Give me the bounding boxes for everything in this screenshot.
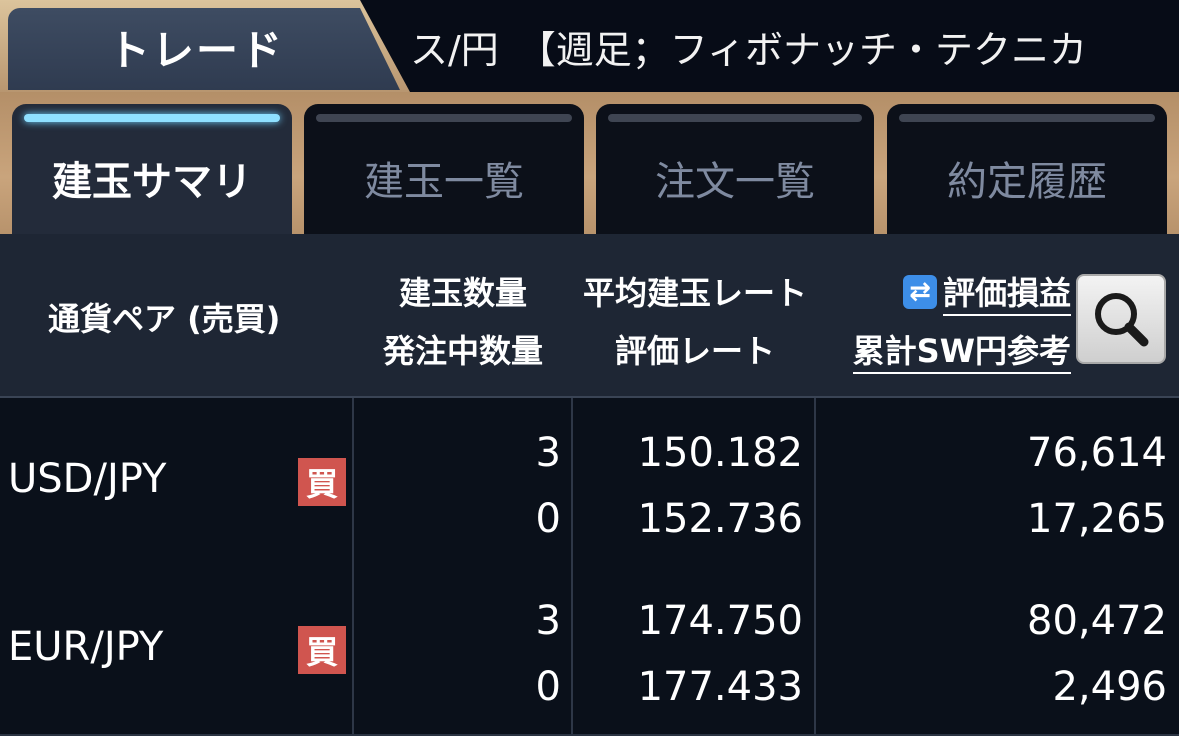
tab-bar: 建玉サマリ 建玉一覧 注文一覧 約定履歴 xyxy=(0,92,1179,234)
column-divider xyxy=(352,398,354,566)
magnifier-icon xyxy=(1095,293,1149,347)
eval-rate-label: 評価レート xyxy=(614,332,775,370)
tab-position-summary[interactable]: 建玉サマリ xyxy=(12,104,292,234)
eval-pl: 80,472 xyxy=(1027,598,1167,644)
eval-rate: 152.736 xyxy=(637,496,803,542)
trade-tab-label[interactable]: トレード xyxy=(0,8,392,86)
avg-rate: 174.750 xyxy=(637,598,803,644)
tab-indicator xyxy=(608,114,862,122)
pair-name: EUR/JPY xyxy=(8,624,164,670)
table-header: 通貨ペア (売買) 建玉数量 発注中数量 平均建玉レート 評価レート ⇄ 評価損益… xyxy=(0,234,1179,398)
qty-label: 建玉数量 xyxy=(398,274,527,312)
buy-badge: 買 xyxy=(298,626,346,674)
pair-name: USD/JPY xyxy=(8,456,167,502)
tab-label: 建玉サマリ xyxy=(52,159,252,205)
eval-pl: 76,614 xyxy=(1027,430,1167,476)
news-ticker[interactable]: ス/円 【週足；フィボナッチ・テクニカ xyxy=(410,0,1179,92)
position-qty: 3 xyxy=(535,430,561,476)
table-row[interactable]: EUR/JPY 買 3 0 174.750 177.433 80,472 2,4… xyxy=(0,566,1179,736)
pending-qty: 0 xyxy=(535,496,561,542)
column-header-pl[interactable]: ⇄ 評価損益 累計SW円参考 xyxy=(852,264,1071,380)
tab-label: 注文一覧 xyxy=(655,159,815,205)
swap-arrows-icon[interactable]: ⇄ xyxy=(902,275,937,309)
eval-pl-label[interactable]: 評価損益 xyxy=(942,274,1071,316)
swap-total-label[interactable]: 累計SW円参考 xyxy=(852,332,1071,374)
column-divider xyxy=(571,398,573,566)
top-bar: トレード ス/円 【週足；フィボナッチ・テクニカ xyxy=(0,0,1179,92)
tab-indicator xyxy=(899,114,1155,122)
pending-qty-label: 発注中数量 xyxy=(382,332,543,370)
column-divider xyxy=(352,566,354,734)
column-divider xyxy=(814,398,816,566)
column-divider xyxy=(814,566,816,734)
table-row[interactable]: USD/JPY 買 3 0 150.182 152.736 76,614 17,… xyxy=(0,398,1179,568)
avg-rate: 150.182 xyxy=(637,430,803,476)
tab-position-list[interactable]: 建玉一覧 xyxy=(304,104,584,234)
search-button[interactable] xyxy=(1076,274,1166,364)
swap-total: 17,265 xyxy=(1027,496,1167,542)
tab-label: 約定履歴 xyxy=(947,159,1107,205)
column-divider xyxy=(571,566,573,734)
tab-indicator xyxy=(24,114,280,122)
tab-execution-history[interactable]: 約定履歴 xyxy=(887,104,1167,234)
pending-qty: 0 xyxy=(535,664,561,710)
tab-order-list[interactable]: 注文一覧 xyxy=(596,104,874,234)
column-header-quantity[interactable]: 建玉数量 発注中数量 xyxy=(356,264,570,380)
swap-total: 2,496 xyxy=(1052,664,1167,710)
eval-rate: 177.433 xyxy=(637,664,803,710)
column-header-pair[interactable]: 通貨ペア (売買) xyxy=(48,294,280,340)
tab-indicator xyxy=(316,114,572,122)
avg-rate-label: 平均建玉レート xyxy=(582,274,807,312)
buy-badge: 買 xyxy=(298,458,346,506)
tab-label: 建玉一覧 xyxy=(364,159,524,205)
column-header-rate[interactable]: 平均建玉レート 評価レート xyxy=(580,264,810,380)
position-qty: 3 xyxy=(535,598,561,644)
